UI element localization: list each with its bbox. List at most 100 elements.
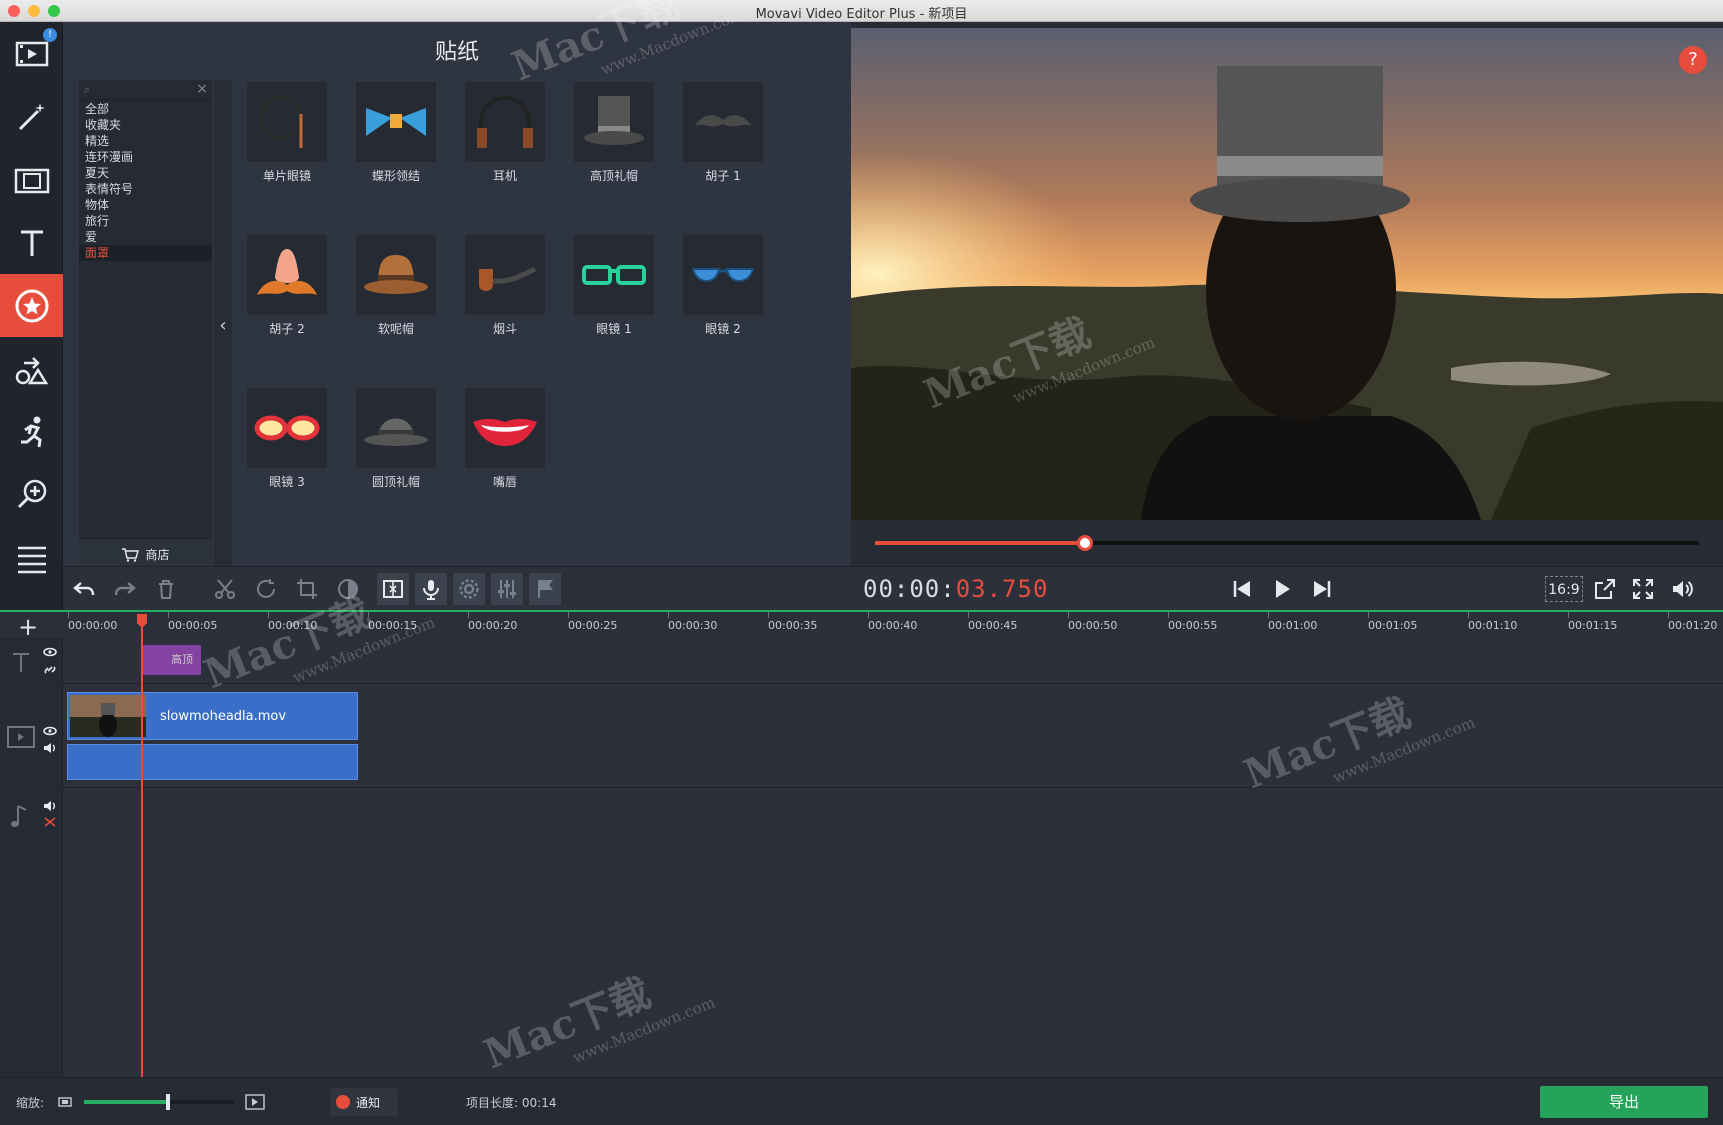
- unlink-icon[interactable]: [43, 816, 57, 828]
- sticker-item[interactable]: 胡子 2: [247, 235, 327, 336]
- ruler-tick-mark: [168, 612, 169, 618]
- zoom-slider-handle[interactable]: [166, 1094, 170, 1110]
- play-button[interactable]: [1266, 573, 1298, 605]
- sticker-label: 眼镜 2: [705, 322, 741, 336]
- sticker-item[interactable]: 嘴唇: [465, 388, 545, 489]
- record-voiceover-button[interactable]: [415, 573, 447, 605]
- flag-icon: [538, 580, 553, 598]
- sticker-item[interactable]: 圆顶礼帽: [356, 388, 436, 489]
- sticker-item[interactable]: 烟斗: [465, 235, 545, 336]
- category-item[interactable]: 爱: [79, 229, 212, 245]
- sticker-clip[interactable]: 高顶: [143, 645, 201, 675]
- category-item[interactable]: 夏天: [79, 165, 212, 181]
- zoom-in-icon[interactable]: [245, 1094, 265, 1110]
- category-item[interactable]: 精选: [79, 133, 212, 149]
- playhead[interactable]: [141, 618, 143, 1077]
- add-track-button[interactable]: +: [18, 613, 38, 641]
- sticker-item[interactable]: 耳机: [465, 82, 545, 183]
- titles-button[interactable]: [0, 211, 63, 274]
- more-tools-button[interactable]: [0, 526, 63, 589]
- notifications-button[interactable]: 通知: [330, 1088, 398, 1116]
- sticker-item[interactable]: 高顶礼帽: [574, 82, 654, 183]
- scrubber-handle[interactable]: [1077, 535, 1094, 551]
- ruler-tick-mark: [568, 612, 569, 618]
- sticker-item[interactable]: 胡子 1: [683, 82, 763, 183]
- lips-icon: [473, 418, 537, 446]
- callouts-button[interactable]: [0, 337, 63, 400]
- sticker-item[interactable]: 单片眼镜: [247, 82, 327, 183]
- add-marker-button[interactable]: [529, 573, 561, 605]
- crop-button[interactable]: [291, 573, 323, 605]
- audio-equalizer-button[interactable]: [491, 573, 523, 605]
- timeline-ruler[interactable]: + 00:00:00 00:00:05 00:00:10 00:00:15 00:00:…: [0, 610, 1723, 641]
- preview-scrubber[interactable]: [875, 535, 1699, 551]
- next-frame-button[interactable]: [1306, 573, 1338, 605]
- sticker-label: 眼镜 1: [596, 322, 632, 336]
- video-clip[interactable]: slowmoheadla.mov: [67, 692, 358, 740]
- sticker-grid: 单片眼镜 蝶形领结 耳机 高顶礼帽 胡子 1 胡子 2 软呢帽 烟斗 眼镜 1 …: [247, 82, 807, 489]
- category-item[interactable]: 物体: [79, 197, 212, 213]
- eye-icon[interactable]: [43, 726, 57, 736]
- filters-button[interactable]: [0, 85, 63, 148]
- split-button[interactable]: [209, 573, 241, 605]
- transitions-button[interactable]: [0, 148, 63, 211]
- music-note-icon: [11, 805, 27, 827]
- ruler-tick-label: 00:00:50: [1068, 619, 1118, 632]
- title-track-header: [0, 638, 63, 684]
- category-search-input[interactable]: ⌕ ×: [79, 80, 212, 100]
- ruler-tick-label: 00:00:05: [168, 619, 218, 632]
- sticker-label: 耳机: [492, 169, 517, 183]
- zoom-pan-button[interactable]: [0, 463, 63, 526]
- video-preview[interactable]: ?: [851, 28, 1723, 520]
- sticker-item[interactable]: 眼镜 3: [247, 388, 327, 489]
- import-media-button[interactable]: !: [0, 22, 63, 85]
- category-item[interactable]: 表情符号: [79, 181, 212, 197]
- undo-button[interactable]: [68, 573, 100, 605]
- redo-icon: [114, 582, 136, 596]
- category-item[interactable]: 连环漫画: [79, 149, 212, 165]
- stickers-button[interactable]: [0, 274, 63, 337]
- sticker-item[interactable]: 眼镜 1: [574, 235, 654, 336]
- redo-button[interactable]: [109, 573, 141, 605]
- color-adjust-button[interactable]: [332, 573, 364, 605]
- ruler-tick-label: 00:01:20: [1668, 619, 1718, 632]
- collapse-panel-button[interactable]: ‹: [214, 80, 232, 570]
- volume-button[interactable]: [1666, 573, 1698, 605]
- category-item[interactable]: 全部: [79, 101, 212, 117]
- sticker-label: 烟斗: [492, 322, 517, 336]
- sticker-item[interactable]: 蝶形领结: [356, 82, 436, 183]
- zoom-out-icon[interactable]: [58, 1096, 72, 1108]
- motion-button[interactable]: [0, 400, 63, 463]
- zoom-slider[interactable]: [84, 1094, 234, 1110]
- export-button[interactable]: 导出: [1540, 1086, 1708, 1118]
- transition-wizard-button[interactable]: [377, 573, 409, 605]
- clip-properties-button[interactable]: [453, 573, 485, 605]
- aspect-ratio-button[interactable]: 16:9: [1545, 576, 1583, 602]
- rotate-button[interactable]: [250, 573, 282, 605]
- category-item[interactable]: 旅行: [79, 213, 212, 229]
- video-track: slowmoheadla.mov: [63, 684, 1723, 788]
- fedora-icon: [364, 255, 428, 294]
- fullscreen-button[interactable]: [1627, 573, 1659, 605]
- link-icon[interactable]: [43, 664, 57, 676]
- sticker-item[interactable]: 软呢帽: [356, 235, 436, 336]
- previous-frame-button[interactable]: [1226, 573, 1258, 605]
- sticker-item[interactable]: 眼镜 2: [683, 235, 763, 336]
- sticker-label: 嘴唇: [492, 475, 517, 489]
- category-item-selected[interactable]: 面罩: [79, 245, 212, 261]
- category-sidebar: ⌕ × 全部 收藏夹 精选 连环漫画 夏天 表情符号 物体 旅行 爱 面罩 商店: [79, 80, 212, 570]
- edit-toolbar: 00:00:03.750 16:9: [63, 566, 1723, 610]
- ruler-tick-mark: [1368, 612, 1369, 618]
- ruler-tick-label: 00:00:55: [1168, 619, 1218, 632]
- category-item[interactable]: 收藏夹: [79, 117, 212, 133]
- eye-icon[interactable]: [43, 647, 57, 657]
- clear-search-icon[interactable]: ×: [196, 81, 208, 97]
- popout-preview-button[interactable]: [1589, 573, 1621, 605]
- delete-button[interactable]: [150, 573, 182, 605]
- speaker-icon[interactable]: [43, 800, 57, 812]
- audio-clip[interactable]: [67, 744, 358, 780]
- sticker-label: 圆顶礼帽: [371, 475, 420, 489]
- speaker-icon[interactable]: [43, 742, 57, 754]
- running-man-icon: [20, 416, 42, 447]
- help-button[interactable]: ?: [1679, 46, 1707, 74]
